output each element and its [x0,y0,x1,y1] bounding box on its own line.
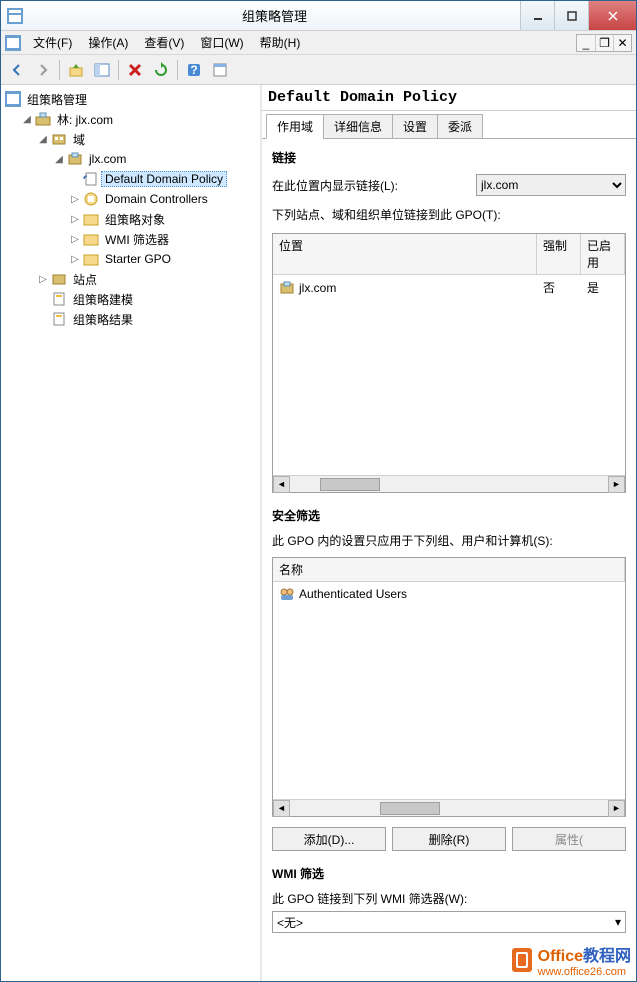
menu-action[interactable]: 操作(A) [80,32,136,53]
scroll-right-icon[interactable]: ► [608,476,625,493]
tree-starter-gpo[interactable]: ▷ Starter GPO [69,249,256,269]
links-list[interactable]: 位置 强制 已启用 jlx.com 否 是 ◄ [272,233,626,493]
links-heading: 链接 [272,149,626,166]
menu-view[interactable]: 查看(V) [136,32,192,53]
tree-root[interactable]: 组策略管理 [5,89,256,109]
refresh-button[interactable] [149,58,173,82]
chevron-down-icon: ▾ [615,915,621,929]
horizontal-scrollbar[interactable]: ◄ ► [273,799,625,816]
console-tree[interactable]: 组策略管理 ◢ 林: jlx.com ◢ [1,85,262,981]
group-icon [279,586,295,602]
domains-icon [51,131,67,147]
tab-settings[interactable]: 设置 [392,114,438,139]
security-row[interactable]: Authenticated Users [273,582,625,606]
collapse-icon[interactable]: ◢ [21,113,33,125]
scroll-thumb[interactable] [380,802,440,815]
properties-button[interactable]: 属性( [512,827,626,851]
delete-button[interactable] [123,58,147,82]
back-button[interactable] [5,58,29,82]
forward-button[interactable] [31,58,55,82]
menu-bar: 文件(F) 操作(A) 查看(V) 窗口(W) 帮助(H) _ ❐ ✕ [1,31,636,55]
maximize-button[interactable] [554,1,588,30]
folder-icon [83,251,99,267]
col-enforced[interactable]: 强制 [537,234,581,274]
mdi-window-buttons: _ ❐ ✕ [576,34,632,52]
expand-icon[interactable]: ▷ [69,233,81,245]
domain-icon [67,151,83,167]
details-pane: Default Domain Policy 作用域 详细信息 设置 委派 链接 … [262,85,636,981]
title-bar: 组策略管理 [1,1,636,31]
help-button[interactable]: ? [182,58,206,82]
col-name[interactable]: 名称 [273,558,625,581]
close-button[interactable] [588,1,636,30]
tree-domains[interactable]: ◢ 域 [37,129,256,149]
tree-gpo-objects[interactable]: ▷ 组策略对象 [69,209,256,229]
sites-icon [51,271,67,287]
tree-default-domain-policy[interactable]: Default Domain Policy [69,169,256,189]
tree-domain-jlx[interactable]: ◢ jlx.com [53,149,256,169]
tab-delegation[interactable]: 委派 [437,114,483,139]
collapse-icon[interactable]: ◢ [53,153,65,165]
tree-sites[interactable]: ▷ 站点 [37,269,256,289]
tab-scope[interactable]: 作用域 [266,114,324,139]
menu-file[interactable]: 文件(F) [25,32,80,53]
collapse-icon[interactable]: ◢ [37,133,49,145]
app-icon [7,8,23,24]
tab-strip: 作用域 详细信息 设置 委派 [262,113,636,138]
mdi-restore-button[interactable]: ❐ [595,35,613,51]
security-list[interactable]: 名称 Authenticated Users ◄ ► [272,557,626,817]
ou-icon [83,191,99,207]
scroll-left-icon[interactable]: ◄ [273,476,290,493]
scroll-right-icon[interactable]: ► [608,800,625,817]
gpo-link-icon [83,171,99,187]
folder-icon [83,211,99,227]
properties-button[interactable] [208,58,232,82]
up-button[interactable] [64,58,88,82]
mdi-minimize-button[interactable]: _ [577,35,595,51]
expand-icon[interactable]: ▷ [69,213,81,225]
tree-gp-results[interactable]: 组策略结果 [37,309,256,329]
linked-label: 下列站点、域和组织单位链接到此 GPO(T): [272,206,626,223]
window-title: 组策略管理 [29,6,520,25]
tree-forest[interactable]: ◢ 林: jlx.com [21,109,256,129]
menu-help[interactable]: 帮助(H) [252,32,309,53]
minimize-button[interactable] [520,1,554,30]
scroll-left-icon[interactable]: ◄ [273,800,290,817]
wmi-select[interactable]: <无> ▾ [272,911,626,933]
tree-domain-controllers[interactable]: ▷ Domain Controllers [69,189,256,209]
col-location[interactable]: 位置 [273,234,537,274]
tab-details[interactable]: 详细信息 [323,114,393,139]
scroll-thumb[interactable] [320,478,380,491]
svg-text:?: ? [190,63,197,77]
results-icon [51,311,67,327]
location-select[interactable]: jlx.com [476,174,626,196]
link-row[interactable]: jlx.com 否 是 [273,275,625,300]
security-heading: 安全筛选 [272,507,626,524]
wmi-heading: WMI 筛选 [272,865,626,882]
col-enabled[interactable]: 已启用 [581,234,625,274]
expand-icon[interactable]: ▷ [69,253,81,265]
remove-button[interactable]: 删除(R) [392,827,506,851]
tree-gp-modeling[interactable]: 组策略建模 [37,289,256,309]
policy-title: Default Domain Policy [262,85,636,111]
wmi-label: 此 GPO 链接到下列 WMI 筛选器(W): [272,890,626,907]
add-button[interactable]: 添加(D)... [272,827,386,851]
show-hide-tree-button[interactable] [90,58,114,82]
mmc-icon [5,35,21,51]
toolbar: ? [1,55,636,85]
gpm-icon [5,91,21,107]
menu-window[interactable]: 窗口(W) [192,32,251,53]
horizontal-scrollbar[interactable]: ◄ ► [273,475,625,492]
security-label: 此 GPO 内的设置只应用于下列组、用户和计算机(S): [272,532,626,549]
expand-icon[interactable]: ▷ [37,273,49,285]
modeling-icon [51,291,67,307]
domain-icon [279,280,295,296]
mdi-close-button[interactable]: ✕ [613,35,631,51]
folder-icon [83,231,99,247]
expand-icon[interactable]: ▷ [69,193,81,205]
forest-icon [35,111,51,127]
tree-wmi-filters[interactable]: ▷ WMI 筛选器 [69,229,256,249]
show-links-label: 在此位置内显示链接(L): [272,177,476,194]
